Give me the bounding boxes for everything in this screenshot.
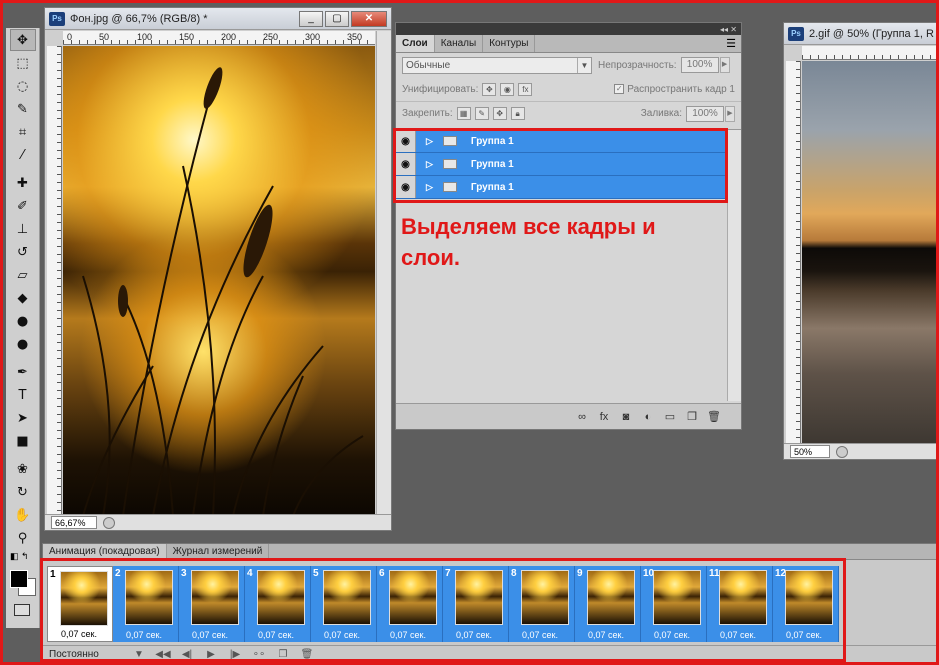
3d-rotate-icon[interactable]: ❀ [10,458,36,480]
move-tool-icon[interactable]: ✥ [9,29,36,51]
blur-tool-icon[interactable]: ● [10,310,36,332]
document-window-background[interactable]: Ps Фон.jpg @ 66,7% (RGB/8) * _ ▢ ✕ 0 50 … [44,7,392,531]
tab-paths[interactable]: Контуры [483,35,536,52]
document-window-gif[interactable]: Ps 2.gif @ 50% (Группа 1, R 50% [783,22,939,460]
fill-label: Заливка: [640,108,682,119]
brush-tool-icon[interactable]: ✐ [10,195,36,217]
zoom-level-field[interactable]: 50% [790,445,830,458]
lock-position-icon[interactable]: ✥ [492,107,507,120]
lock-pixels-icon[interactable]: ✎ [474,107,489,120]
new-group-icon[interactable]: ▭ [663,410,677,423]
tab-channels[interactable]: Каналы [435,35,484,52]
unify-visibility-icon[interactable]: ◉ [500,82,515,96]
lock-all-icon[interactable]: 🔒︎ [510,107,525,120]
layers-highlight-box [393,128,728,203]
opacity-slider-arrow[interactable]: ▶ [719,57,730,73]
add-mask-icon[interactable]: ◙ [619,411,633,423]
document-title: 2.gif @ 50% (Группа 1, R [809,27,934,40]
status-bar: 50% [784,443,939,459]
maximize-button[interactable]: ▢ [325,10,349,27]
panel-menu-icon[interactable]: ☰ [726,35,736,52]
vertical-ruler [47,46,62,514]
unify-style-icon[interactable]: fx [518,82,533,96]
unify-position-icon[interactable]: ✥ [482,82,497,96]
eraser-tool-icon[interactable]: ▱ [10,264,36,286]
fill-slider-arrow[interactable]: ▶ [725,105,735,122]
propagate-label: Распространить кадр 1 [627,83,735,95]
lake-sunset-image [802,61,939,443]
fill-field[interactable]: 100% [686,105,724,122]
photoshop-icon: Ps [788,26,804,41]
healing-brush-icon[interactable]: ✚ [10,172,36,194]
sunset-grass-image [63,46,375,516]
link-layers-icon[interactable]: ∞ [575,411,589,423]
tab-layers[interactable]: Слои [396,35,435,52]
opacity-label: Непрозрачность: [598,59,677,71]
blend-mode-value: Обычные [406,59,451,71]
vertical-scrollbar[interactable] [376,31,391,514]
adjustment-layer-icon[interactable]: ◐ [641,411,655,423]
blend-mode-select[interactable]: Обычные ▼ [402,56,592,74]
path-select-icon[interactable]: ➤ [10,407,36,429]
type-tool-icon[interactable]: T [10,384,36,406]
close-button[interactable]: ✕ [351,10,387,27]
pen-tool-icon[interactable]: ✒ [10,361,36,383]
document-title: Фон.jpg @ 66,7% (RGB/8) * [70,12,208,25]
annotation-text: Выделяем все кадры и слои. [401,214,656,270]
horizontal-ruler [802,46,939,60]
minimize-button[interactable]: _ [299,10,323,27]
layer-style-icon[interactable]: fx [597,411,611,423]
3d-orbit-icon[interactable]: ↻ [10,481,36,503]
tab-animation[interactable]: Анимация (покадровая) [43,544,167,559]
new-layer-icon[interactable]: ❐ [685,410,699,423]
lock-transparency-icon[interactable]: ▦ [456,107,471,120]
document-titlebar[interactable]: Ps 2.gif @ 50% (Группа 1, R [784,23,939,45]
doc-info-icon[interactable] [836,445,848,458]
status-bar: 66,67% [45,514,391,530]
unify-label: Унифицировать: [402,83,479,95]
quick-select-tool-icon[interactable]: ✎ [10,98,36,120]
dodge-tool-icon[interactable]: ● [10,333,36,355]
eyedropper-tool-icon[interactable]: ⁄ [10,144,36,166]
lasso-tool-icon[interactable]: ◌ [10,75,36,97]
crop-tool-icon[interactable]: ⌗ [10,121,36,143]
layer-list-scrollbar[interactable] [727,130,741,401]
horizontal-ruler: 0 50 100 150 200 250 300 350 [63,31,375,45]
tab-measurement-log[interactable]: Журнал измерений [167,544,270,559]
vertical-ruler [786,61,801,443]
stamp-tool-icon[interactable]: ⊥ [10,218,36,240]
panel-collapse-bar[interactable]: ◂◂ ✕ [396,23,741,35]
tools-panel: ✥ ⬚ ◌ ✎ ⌗ ⁄ ✚ ✐ ⊥ ↺ ▱ ◆ ● ● ✒ T ➤ ■ ❀ ↻ … [6,28,40,628]
propagate-checkbox[interactable]: ✓ [614,84,625,94]
zoom-level-field[interactable]: 66,67% [51,516,97,529]
zoom-tool-icon[interactable]: ⚲ [10,527,36,549]
history-brush-icon[interactable]: ↺ [10,241,36,263]
photoshop-icon: Ps [49,11,65,26]
document-titlebar[interactable]: Ps Фон.jpg @ 66,7% (RGB/8) * _ ▢ ✕ [45,8,391,30]
marquee-tool-icon[interactable]: ⬚ [10,52,36,74]
foreground-color-swatch[interactable] [10,570,28,588]
quick-mask-icon[interactable] [14,604,30,616]
default-colors-icon[interactable]: ◧ ↰ [10,551,29,562]
trash-icon[interactable]: 🗑︎ [707,410,721,423]
lock-label: Закрепить: [402,108,453,119]
shape-tool-icon[interactable]: ■ [10,430,36,452]
doc-info-icon[interactable] [103,516,115,529]
opacity-field[interactable]: 100% [680,57,719,73]
frames-highlight-box [40,558,846,662]
paint-bucket-icon[interactable]: ◆ [10,287,36,309]
hand-tool-icon[interactable]: ✋ [10,504,36,526]
layers-panel-footer: ∞ fx ◙ ◐ ▭ ❐ 🗑︎ [396,403,741,429]
